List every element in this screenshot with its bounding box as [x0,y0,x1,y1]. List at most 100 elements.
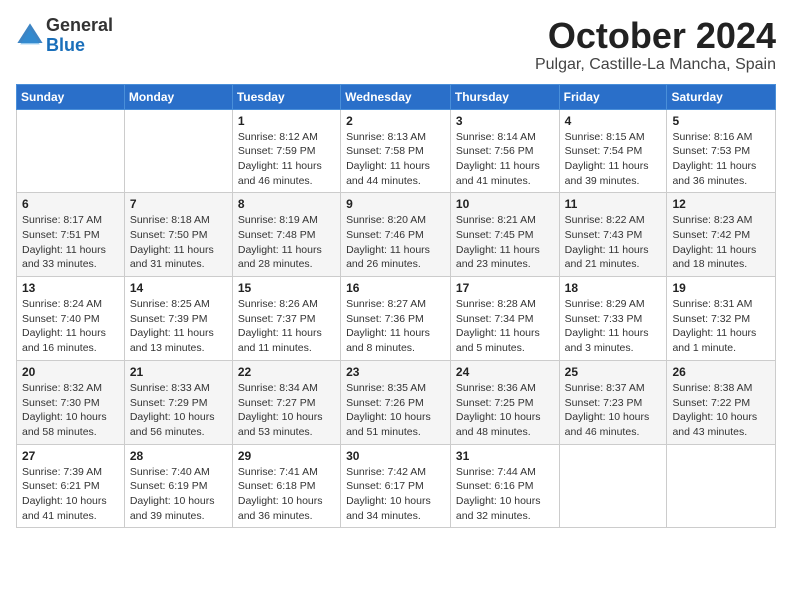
day-info: Sunrise: 8:23 AM Sunset: 7:42 PM Dayligh… [672,213,770,272]
day-number: 29 [238,449,335,463]
day-header-tuesday: Tuesday [232,84,340,109]
day-info: Sunrise: 7:39 AM Sunset: 6:21 PM Dayligh… [22,465,119,524]
header: General Blue October 2024 Pulgar, Castil… [16,16,776,74]
calendar-cell: 11 Sunrise: 8:22 AM Sunset: 7:43 PM Dayli… [559,193,667,277]
calendar-cell: 21Sunrise: 8:33 AM Sunset: 7:29 PM Dayli… [124,360,232,444]
day-number: 2 [346,114,445,128]
calendar-cell: 27 Sunrise: 7:39 AM Sunset: 6:21 PM Dayli… [17,444,125,528]
calendar-cell: 15 Sunrise: 8:26 AM Sunset: 7:37 PM Dayli… [232,277,340,361]
day-number: 12 [672,197,770,211]
day-number: 11 [565,197,662,211]
day-number: 25 [565,365,662,379]
calendar-cell: 13Sunrise: 8:24 AM Sunset: 7:40 PM Dayli… [17,277,125,361]
day-number: 26 [672,365,770,379]
calendar-cell: 8 Sunrise: 8:19 AM Sunset: 7:48 PM Daylig… [232,193,340,277]
calendar-cell: 23 Sunrise: 8:35 AM Sunset: 7:26 PM Dayli… [341,360,451,444]
day-info: Sunrise: 7:42 AM Sunset: 6:17 PM Dayligh… [346,465,445,524]
title-section: October 2024 Pulgar, Castille-La Mancha,… [535,16,776,74]
day-number: 19 [672,281,770,295]
day-number: 8 [238,197,335,211]
day-info: Sunrise: 8:31 AM Sunset: 7:32 PM Dayligh… [672,297,770,356]
day-info: Sunrise: 8:35 AM Sunset: 7:26 PM Dayligh… [346,381,445,440]
day-number: 20 [22,365,119,379]
day-info: Sunrise: 8:33 AM Sunset: 7:29 PM Dayligh… [130,381,227,440]
calendar-cell: 24Sunrise: 8:36 AM Sunset: 7:25 PM Dayli… [450,360,559,444]
day-number: 3 [456,114,554,128]
day-info: Sunrise: 8:22 AM Sunset: 7:43 PM Dayligh… [565,213,662,272]
calendar-week-2: 6Sunrise: 8:17 AM Sunset: 7:51 PM Daylig… [17,193,776,277]
calendar-cell [559,444,667,528]
day-number: 9 [346,197,445,211]
calendar-cell: 12 Sunrise: 8:23 AM Sunset: 7:42 PM Dayli… [667,193,776,277]
calendar-cell: 28Sunrise: 7:40 AM Sunset: 6:19 PM Dayli… [124,444,232,528]
day-header-friday: Friday [559,84,667,109]
logo: General Blue [16,16,113,56]
calendar-cell: 29 Sunrise: 7:41 AM Sunset: 6:18 PM Dayli… [232,444,340,528]
day-info: Sunrise: 8:21 AM Sunset: 7:45 PM Dayligh… [456,213,554,272]
calendar-cell: 2 Sunrise: 8:13 AM Sunset: 7:58 PM Daylig… [341,109,451,193]
day-info: Sunrise: 8:24 AM Sunset: 7:40 PM Dayligh… [22,297,119,356]
day-number: 14 [130,281,227,295]
day-info: Sunrise: 8:32 AM Sunset: 7:30 PM Dayligh… [22,381,119,440]
day-number: 23 [346,365,445,379]
calendar-cell: 16 Sunrise: 8:27 AM Sunset: 7:36 PM Dayli… [341,277,451,361]
day-number: 30 [346,449,445,463]
logo-blue: Blue [46,36,113,56]
calendar-cell [17,109,125,193]
calendar-cell: 26 Sunrise: 8:38 AM Sunset: 7:22 PM Dayli… [667,360,776,444]
day-number: 15 [238,281,335,295]
calendar-cell: 5 Sunrise: 8:16 AM Sunset: 7:53 PM Daylig… [667,109,776,193]
calendar-week-5: 27 Sunrise: 7:39 AM Sunset: 6:21 PM Dayli… [17,444,776,528]
day-header-saturday: Saturday [667,84,776,109]
day-header-thursday: Thursday [450,84,559,109]
day-number: 6 [22,197,119,211]
calendar-table: SundayMondayTuesdayWednesdayThursdayFrid… [16,84,776,529]
day-info: Sunrise: 8:38 AM Sunset: 7:22 PM Dayligh… [672,381,770,440]
day-header-monday: Monday [124,84,232,109]
calendar-cell: 14Sunrise: 8:25 AM Sunset: 7:39 PM Dayli… [124,277,232,361]
day-info: Sunrise: 8:28 AM Sunset: 7:34 PM Dayligh… [456,297,554,356]
day-info: Sunrise: 8:16 AM Sunset: 7:53 PM Dayligh… [672,130,770,189]
calendar-cell: 18Sunrise: 8:29 AM Sunset: 7:33 PM Dayli… [559,277,667,361]
day-number: 4 [565,114,662,128]
day-info: Sunrise: 8:20 AM Sunset: 7:46 PM Dayligh… [346,213,445,272]
day-number: 18 [565,281,662,295]
calendar-cell: 1 Sunrise: 8:12 AM Sunset: 7:59 PM Daylig… [232,109,340,193]
day-info: Sunrise: 8:27 AM Sunset: 7:36 PM Dayligh… [346,297,445,356]
day-number: 28 [130,449,227,463]
day-number: 17 [456,281,554,295]
calendar-cell: 3Sunrise: 8:14 AM Sunset: 7:56 PM Daylig… [450,109,559,193]
calendar-cell: 30 Sunrise: 7:42 AM Sunset: 6:17 PM Dayli… [341,444,451,528]
day-info: Sunrise: 8:12 AM Sunset: 7:59 PM Dayligh… [238,130,335,189]
day-header-sunday: Sunday [17,84,125,109]
day-number: 1 [238,114,335,128]
calendar-cell [124,109,232,193]
month-title: October 2024 [535,16,776,56]
calendar-cell: 7Sunrise: 8:18 AM Sunset: 7:50 PM Daylig… [124,193,232,277]
calendar-week-1: 1 Sunrise: 8:12 AM Sunset: 7:59 PM Daylig… [17,109,776,193]
day-number: 24 [456,365,554,379]
day-number: 27 [22,449,119,463]
logo-general: General [46,16,113,36]
day-number: 7 [130,197,227,211]
day-info: Sunrise: 8:19 AM Sunset: 7:48 PM Dayligh… [238,213,335,272]
day-number: 31 [456,449,554,463]
calendar-cell: 25 Sunrise: 8:37 AM Sunset: 7:23 PM Dayli… [559,360,667,444]
day-info: Sunrise: 8:13 AM Sunset: 7:58 PM Dayligh… [346,130,445,189]
day-number: 5 [672,114,770,128]
logo-text: General Blue [46,16,113,56]
day-info: Sunrise: 8:34 AM Sunset: 7:27 PM Dayligh… [238,381,335,440]
day-number: 22 [238,365,335,379]
calendar-header-row: SundayMondayTuesdayWednesdayThursdayFrid… [17,84,776,109]
calendar-cell [667,444,776,528]
calendar-cell: 9 Sunrise: 8:20 AM Sunset: 7:46 PM Daylig… [341,193,451,277]
calendar-cell: 6Sunrise: 8:17 AM Sunset: 7:51 PM Daylig… [17,193,125,277]
day-info: Sunrise: 8:37 AM Sunset: 7:23 PM Dayligh… [565,381,662,440]
day-info: Sunrise: 7:44 AM Sunset: 6:16 PM Dayligh… [456,465,554,524]
day-number: 16 [346,281,445,295]
day-number: 10 [456,197,554,211]
day-info: Sunrise: 7:41 AM Sunset: 6:18 PM Dayligh… [238,465,335,524]
day-info: Sunrise: 8:26 AM Sunset: 7:37 PM Dayligh… [238,297,335,356]
day-header-wednesday: Wednesday [341,84,451,109]
page: General Blue October 2024 Pulgar, Castil… [0,0,792,538]
